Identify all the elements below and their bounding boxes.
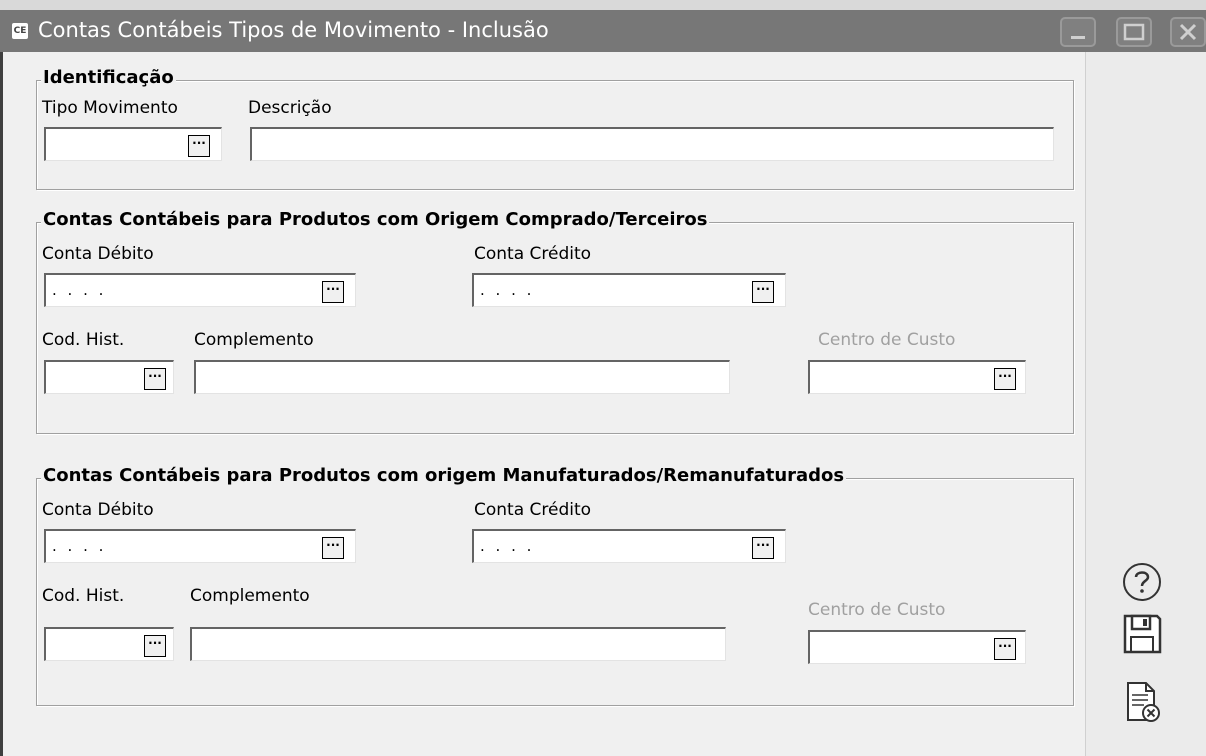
manufaturados-legend: Contas Contábeis para Produtos com orige… — [41, 465, 847, 486]
comprado-conta-debito-lookup-button[interactable]: ··· — [322, 281, 344, 303]
cancel-document-icon — [1127, 682, 1160, 722]
tipo-movimento-lookup-button[interactable]: ··· — [188, 135, 210, 157]
descricao-label: Descrição — [248, 98, 332, 118]
manufaturado-complemento-label: Complemento — [190, 586, 310, 606]
comprado-centro-custo-lookup-button[interactable]: ··· — [994, 368, 1016, 390]
comprado-complemento-input[interactable] — [194, 360, 730, 394]
close-icon — [1179, 23, 1197, 41]
comprado-conta-credito-field[interactable]: . . . . ··· — [472, 273, 786, 307]
comprado-conta-debito-label: Conta Débito — [42, 244, 154, 264]
help-button[interactable] — [1120, 560, 1164, 604]
manufaturado-conta-credito-field[interactable]: . . . . ··· — [472, 529, 786, 563]
comprado-conta-credito-lookup-button[interactable]: ··· — [752, 281, 774, 303]
minimize-icon — [1071, 36, 1085, 39]
manufaturado-cod-hist-field[interactable]: ··· — [44, 627, 174, 661]
comprado-centro-custo-label: Centro de Custo — [818, 330, 956, 350]
manufaturado-centro-custo-field[interactable]: ··· — [808, 630, 1026, 664]
manufaturado-cod-hist-lookup-button[interactable]: ··· — [144, 635, 166, 657]
manufaturado-conta-debito-label: Conta Débito — [42, 500, 154, 520]
manufaturado-conta-credito-label: Conta Crédito — [474, 500, 592, 520]
save-icon — [1123, 614, 1162, 654]
comprado-complemento-label: Complemento — [194, 330, 314, 350]
cancel-document-button[interactable] — [1120, 680, 1164, 724]
manufaturado-centro-custo-lookup-button[interactable]: ··· — [994, 638, 1016, 660]
maximize-icon — [1123, 23, 1145, 41]
manufaturado-conta-debito-field[interactable]: . . . . ··· — [44, 529, 356, 563]
tipo-movimento-label: Tipo Movimento — [42, 98, 178, 118]
manufaturado-conta-credito-lookup-button[interactable]: ··· — [752, 537, 774, 559]
maximize-button[interactable] — [1116, 17, 1152, 47]
app-icon: CE — [12, 23, 28, 39]
window-title: Contas Contábeis Tipos de Movimento - In… — [38, 18, 549, 42]
descricao-input[interactable] — [250, 127, 1054, 161]
help-icon — [1123, 563, 1161, 601]
manufaturado-conta-debito-lookup-button[interactable]: ··· — [322, 537, 344, 559]
tipo-movimento-field[interactable]: ··· — [44, 127, 222, 161]
comprado-conta-debito-value: . . . . — [52, 281, 107, 299]
comprado-cod-hist-lookup-button[interactable]: ··· — [144, 368, 166, 390]
minimize-button[interactable] — [1060, 17, 1096, 47]
manufaturado-centro-custo-label: Centro de Custo — [808, 600, 946, 620]
comprado-conta-credito-label: Conta Crédito — [474, 244, 592, 264]
manufaturado-cod-hist-label: Cod. Hist. — [42, 586, 125, 606]
identificacao-legend: Identificação — [41, 67, 176, 88]
comprado-centro-custo-field[interactable]: ··· — [808, 360, 1026, 394]
comprado-conta-debito-field[interactable]: . . . . ··· — [44, 273, 356, 307]
close-button[interactable] — [1170, 17, 1206, 47]
manufaturado-conta-credito-value: . . . . — [480, 537, 535, 555]
manufaturado-complemento-input[interactable] — [190, 627, 726, 661]
comprado-terceiros-legend: Contas Contábeis para Produtos com Orige… — [41, 209, 710, 230]
save-button[interactable] — [1120, 612, 1164, 656]
comprado-cod-hist-field[interactable]: ··· — [44, 360, 174, 394]
comprado-conta-credito-value: . . . . — [480, 281, 535, 299]
title-bar: CE Contas Contábeis Tipos de Movimento -… — [0, 0, 1206, 52]
manufaturado-conta-debito-value: . . . . — [52, 537, 107, 555]
comprado-cod-hist-label: Cod. Hist. — [42, 330, 125, 350]
